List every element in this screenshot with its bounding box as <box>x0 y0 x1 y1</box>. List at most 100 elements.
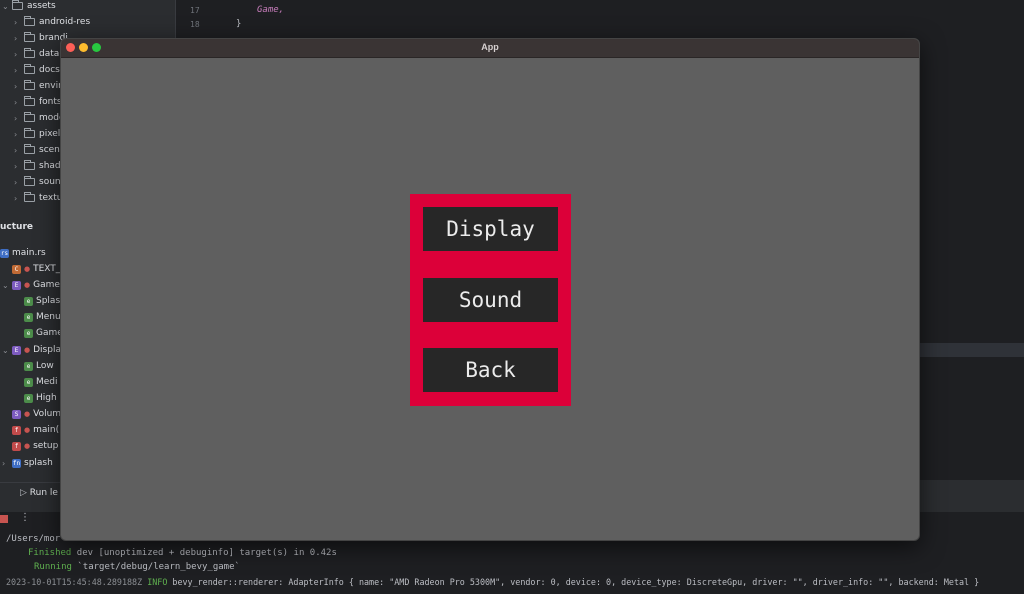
chevron-right-icon[interactable]: › <box>14 194 24 203</box>
structure-item[interactable]: e Menu <box>24 309 61 325</box>
folder-icon <box>24 160 35 170</box>
variant-icon: e <box>24 393 33 403</box>
structure-item[interactable]: ⌄ E ● Game <box>2 277 60 293</box>
variant-icon: e <box>24 328 33 338</box>
variant-icon: e <box>24 377 33 387</box>
chevron-down-icon[interactable]: ⌄ <box>2 346 12 355</box>
tree-folder[interactable]: › shad <box>14 158 61 174</box>
function-icon: f <box>12 441 21 451</box>
tree-folder[interactable]: › envir <box>14 78 62 94</box>
chevron-right-icon[interactable]: › <box>14 146 24 155</box>
tree-folder[interactable]: › data <box>14 46 59 62</box>
variant-icon: e <box>24 296 33 306</box>
lock-icon: ● <box>24 281 31 289</box>
chevron-right-icon[interactable]: › <box>14 34 24 43</box>
tree-folder[interactable]: › fonts <box>14 94 62 110</box>
folder-icon <box>24 48 35 58</box>
window-titlebar[interactable]: App <box>61 39 919 58</box>
structure-item[interactable]: ⌄ E ● Displa <box>2 342 61 358</box>
lock-icon: ● <box>24 410 31 418</box>
function-icon: f <box>12 425 21 435</box>
structure-item[interactable]: e High <box>24 390 57 406</box>
tree-folder-assets[interactable]: ⌄ assets <box>2 0 56 14</box>
chevron-right-icon[interactable]: › <box>14 66 24 75</box>
chevron-right-icon[interactable]: › <box>14 18 24 27</box>
log-text: bevy_render::renderer: AdapterInfo { nam… <box>172 577 980 587</box>
chevron-down-icon[interactable]: ⌄ <box>2 2 12 11</box>
folder-icon <box>24 144 35 154</box>
folder-icon <box>24 80 35 90</box>
folder-icon <box>24 128 35 138</box>
structure-item[interactable]: C ● TEXT_ <box>12 261 60 277</box>
structure-item[interactable]: e Low <box>24 358 54 374</box>
display-button[interactable]: Display <box>423 207 558 251</box>
console-running-line: Running `target/debug/learn_bevy_game` <box>34 562 240 572</box>
variant-icon: e <box>24 361 33 371</box>
sound-button[interactable]: Sound <box>423 278 558 322</box>
app-window: App Display Sound Back <box>60 38 920 541</box>
chevron-right-icon[interactable]: › <box>14 178 24 187</box>
chevron-right-icon[interactable]: › <box>14 82 24 91</box>
structure-item[interactable]: f ● main( <box>12 422 59 438</box>
code-line: } <box>236 19 242 29</box>
structure-item[interactable]: e Medi <box>24 374 58 390</box>
chevron-right-icon[interactable]: › <box>14 50 24 59</box>
console-log-line: 2023-10-01T15:45:48.289188Z INFO bevy_re… <box>6 577 979 587</box>
folder-icon <box>24 112 35 122</box>
folder-icon <box>24 176 35 186</box>
structure-title: ucture <box>0 222 33 232</box>
lock-icon: ● <box>24 265 31 273</box>
structure-item[interactable]: e Game <box>24 325 63 341</box>
folder-icon <box>24 192 35 202</box>
log-timestamp: 2023-10-01T15:45:48.289188Z <box>6 577 143 587</box>
chevron-right-icon[interactable]: › <box>14 162 24 171</box>
lock-icon: ● <box>24 346 31 354</box>
stop-button[interactable] <box>0 515 8 523</box>
chevron-right-icon[interactable]: › <box>14 98 24 107</box>
run-toolbar-right <box>920 480 1024 510</box>
structure-item[interactable]: f ● setup <box>12 438 58 454</box>
structure-item[interactable]: › fn splash <box>2 455 53 471</box>
tree-folder[interactable]: › pixel <box>14 126 60 142</box>
running-label: Running <box>34 562 72 572</box>
folder-icon <box>24 64 35 74</box>
folder-icon <box>24 32 35 42</box>
module-icon: fn <box>12 458 21 468</box>
window-title: App <box>481 42 499 52</box>
folder-icon <box>12 0 23 10</box>
structure-file[interactable]: rs main.rs <box>0 245 46 261</box>
settings-menu-panel: Display Sound Back <box>410 194 571 406</box>
tree-folder[interactable]: › scen <box>14 142 60 158</box>
finished-label: Finished <box>28 548 72 558</box>
tree-folder[interactable]: › mode <box>14 110 65 126</box>
enum-icon: E <box>12 280 21 290</box>
run-icon: ▷ <box>20 488 30 498</box>
more-options-button[interactable]: ⋮ <box>20 512 30 523</box>
code-line: Game, <box>257 5 285 15</box>
enum-icon: E <box>12 345 21 355</box>
variant-icon: e <box>24 312 33 322</box>
chevron-right-icon[interactable]: › <box>14 130 24 139</box>
chevron-right-icon[interactable]: › <box>14 114 24 123</box>
back-button[interactable]: Back <box>423 348 558 392</box>
chevron-right-icon[interactable]: › <box>2 459 12 468</box>
line-number: 18 <box>190 20 200 29</box>
run-tab[interactable]: ▷ Run le <box>20 488 58 498</box>
tree-folder[interactable]: › docs <box>14 62 60 78</box>
folder-icon <box>24 96 35 106</box>
tree-folder[interactable]: › textu <box>14 190 62 206</box>
tree-folder[interactable]: › android-res <box>14 14 90 30</box>
console-path: /Users/mor <box>6 534 61 544</box>
line-number: 17 <box>190 6 200 15</box>
running-text: `target/debug/learn_bevy_game` <box>77 562 240 572</box>
folder-icon <box>24 16 35 26</box>
console-finished-line: Finished dev [unoptimized + debuginfo] t… <box>28 548 337 558</box>
editor-highlight <box>920 343 1024 357</box>
log-level: INFO <box>147 577 168 587</box>
rust-file-icon: rs <box>0 248 9 258</box>
chevron-down-icon[interactable]: ⌄ <box>2 281 12 290</box>
structure-item[interactable]: e Splas <box>24 293 60 309</box>
structure-item[interactable]: S ● Volum <box>12 406 61 422</box>
tree-folder[interactable]: › soun <box>14 174 61 190</box>
finished-text: dev [unoptimized + debuginfo] target(s) … <box>76 548 337 558</box>
